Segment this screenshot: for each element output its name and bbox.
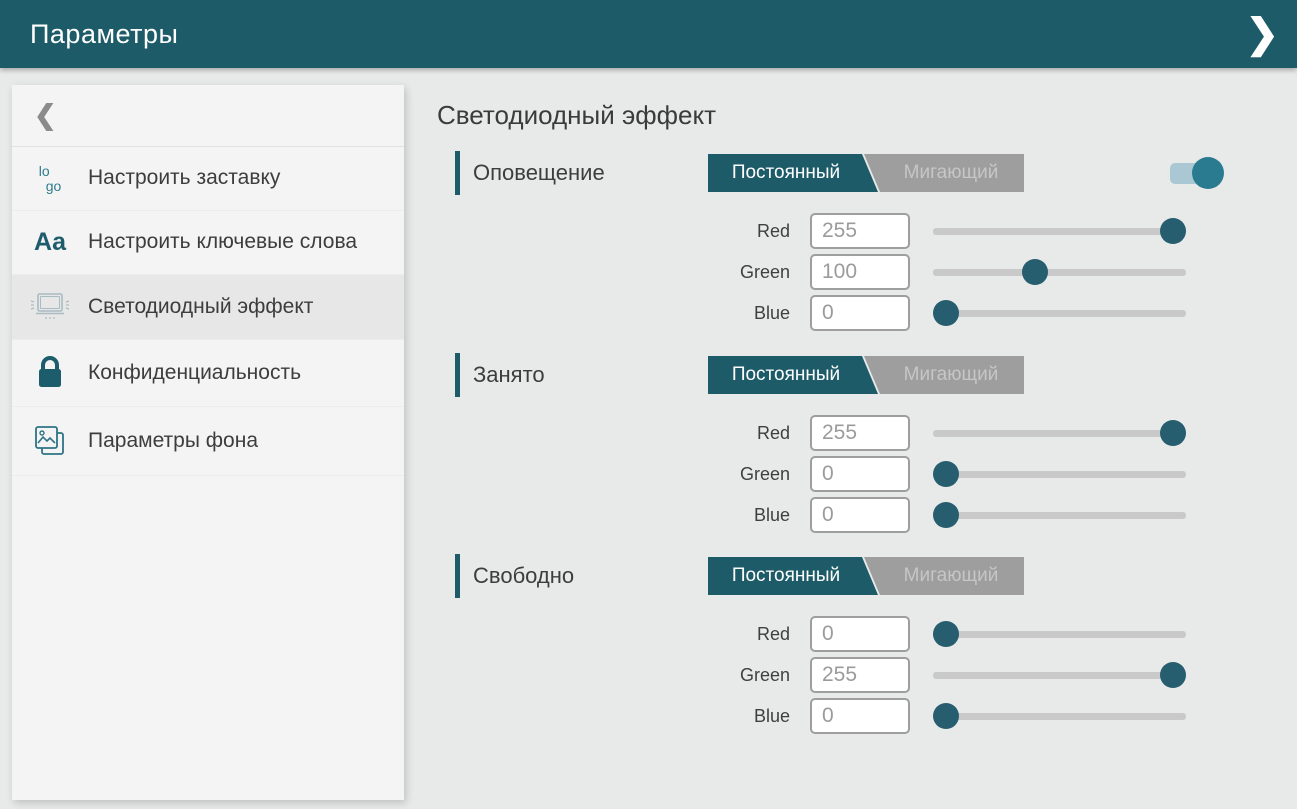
keywords-icon: Aa xyxy=(12,228,88,257)
pictures-icon xyxy=(12,421,88,461)
slider-track xyxy=(933,631,1186,638)
mode-toggle: Мигающий Постоянный xyxy=(708,557,1024,595)
red-slider[interactable] xyxy=(933,213,1186,249)
green-row: Green xyxy=(437,254,1186,290)
mode-constant-button[interactable]: Постоянный xyxy=(708,356,878,394)
blue-value-input[interactable] xyxy=(810,295,910,331)
slider-thumb[interactable] xyxy=(933,703,959,729)
red-row: Red xyxy=(437,213,1186,249)
green-row: Green xyxy=(437,657,1186,693)
slider-thumb[interactable] xyxy=(933,502,959,528)
mode-toggle: Мигающий Постоянный xyxy=(708,154,1024,192)
blue-value-input[interactable] xyxy=(810,497,910,533)
lock-icon xyxy=(12,354,88,392)
sidebar-item-splash-screen[interactable]: logo Настроить заставку xyxy=(12,147,404,211)
slider-thumb[interactable] xyxy=(1160,218,1186,244)
red-label: Red xyxy=(437,221,790,242)
green-row: Green xyxy=(437,456,1186,492)
slider-track xyxy=(933,471,1186,478)
sidebar-item-privacy[interactable]: Конфиденциальность xyxy=(12,340,404,407)
slider-thumb[interactable] xyxy=(1160,662,1186,688)
alert-enable-switch[interactable] xyxy=(1170,157,1224,189)
mode-constant-button[interactable]: Постоянный xyxy=(708,154,878,192)
section-alert: Оповещение Мигающий Постоянный Red Green xyxy=(437,150,1237,196)
blue-label: Blue xyxy=(437,303,790,324)
sidebar-item-label: Настроить заставку xyxy=(88,165,286,191)
green-slider[interactable] xyxy=(933,254,1186,290)
slider-track xyxy=(933,430,1186,437)
slider-track xyxy=(933,672,1186,679)
red-value-input[interactable] xyxy=(810,415,910,451)
red-slider[interactable] xyxy=(933,415,1186,451)
settings-sidebar: ❮ logo Настроить заставку Aa Настроить к… xyxy=(12,85,404,800)
slider-track xyxy=(933,228,1186,235)
red-value-input[interactable] xyxy=(810,616,910,652)
sidebar-item-label: Светодиодный эффект xyxy=(88,294,319,320)
sidebar-item-keywords[interactable]: Aa Настроить ключевые слова xyxy=(12,211,404,275)
green-label: Green xyxy=(437,464,790,485)
mode-blinking-button[interactable]: Мигающий xyxy=(864,557,1024,595)
content-title: Светодиодный эффект xyxy=(437,100,716,131)
section-accent-bar xyxy=(455,554,460,598)
slider-track xyxy=(933,269,1186,276)
section-accent-bar xyxy=(455,353,460,397)
forward-chevron-icon[interactable]: ❯ xyxy=(1245,14,1279,54)
mode-toggle: Мигающий Постоянный xyxy=(708,356,1024,394)
sidebar-item-background[interactable]: Параметры фона xyxy=(12,407,404,476)
red-label: Red xyxy=(437,423,790,444)
sidebar-item-label: Настроить ключевые слова xyxy=(88,229,363,255)
sidebar-item-label: Параметры фона xyxy=(88,428,264,454)
blue-label: Blue xyxy=(437,505,790,526)
green-slider[interactable] xyxy=(933,657,1186,693)
red-slider[interactable] xyxy=(933,616,1186,652)
blue-slider[interactable] xyxy=(933,497,1186,533)
blue-value-input[interactable] xyxy=(810,698,910,734)
section-accent-bar xyxy=(455,151,460,195)
section-title: Свободно xyxy=(473,563,574,589)
slider-thumb[interactable] xyxy=(1022,259,1048,285)
app-header: Параметры ❯ xyxy=(0,0,1297,68)
section-title: Занято xyxy=(473,362,545,388)
section-free: Свободно Мигающий Постоянный Red Green xyxy=(437,553,1237,599)
switch-knob xyxy=(1192,157,1224,189)
red-row: Red xyxy=(437,616,1186,652)
green-value-input[interactable] xyxy=(810,657,910,693)
blue-row: Blue xyxy=(437,698,1186,734)
slider-thumb[interactable] xyxy=(933,621,959,647)
section-busy: Занято Мигающий Постоянный Red Green xyxy=(437,352,1237,398)
back-chevron-icon: ❮ xyxy=(34,100,57,131)
blue-row: Blue xyxy=(437,295,1186,331)
section-title: Оповещение xyxy=(473,160,605,186)
page-title: Параметры xyxy=(30,19,178,50)
blue-row: Blue xyxy=(437,497,1186,533)
sidebar-item-label: Конфиденциальность xyxy=(88,360,307,386)
slider-thumb[interactable] xyxy=(1160,420,1186,446)
slider-thumb[interactable] xyxy=(933,300,959,326)
red-label: Red xyxy=(437,624,790,645)
led-effect-panel: Светодиодный эффект Оповещение Мигающий … xyxy=(437,68,1297,809)
green-label: Green xyxy=(437,665,790,686)
green-slider[interactable] xyxy=(933,456,1186,492)
mode-blinking-button[interactable]: Мигающий xyxy=(864,356,1024,394)
sidebar-back-button[interactable]: ❮ xyxy=(12,85,404,147)
logo-icon: logo xyxy=(12,164,88,193)
mode-blinking-button[interactable]: Мигающий xyxy=(864,154,1024,192)
slider-track xyxy=(933,310,1186,317)
sidebar-item-led-effect[interactable]: Светодиодный эффект xyxy=(12,275,404,340)
red-row: Red xyxy=(437,415,1186,451)
blue-label: Blue xyxy=(437,706,790,727)
green-label: Green xyxy=(437,262,790,283)
blue-slider[interactable] xyxy=(933,295,1186,331)
slider-thumb[interactable] xyxy=(933,461,959,487)
green-value-input[interactable] xyxy=(810,456,910,492)
slider-track xyxy=(933,713,1186,720)
slider-track xyxy=(933,512,1186,519)
mode-constant-button[interactable]: Постоянный xyxy=(708,557,878,595)
green-value-input[interactable] xyxy=(810,254,910,290)
monitor-icon xyxy=(12,289,88,325)
red-value-input[interactable] xyxy=(810,213,910,249)
blue-slider[interactable] xyxy=(933,698,1186,734)
